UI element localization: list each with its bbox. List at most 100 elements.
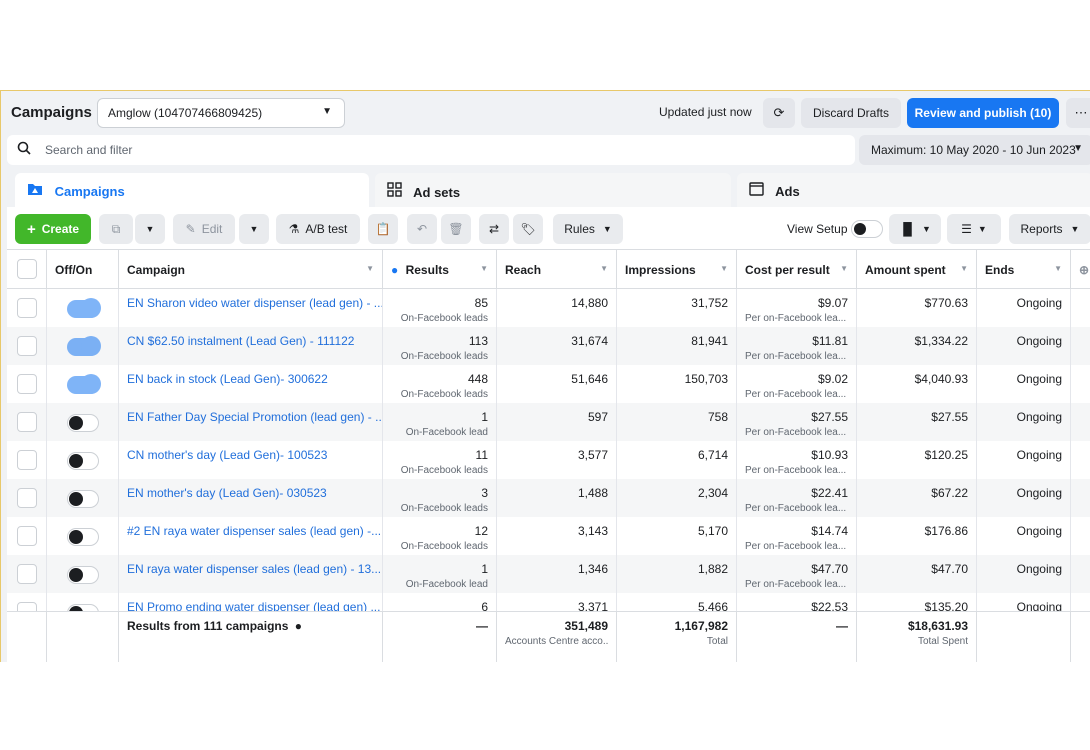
campaigns-table: Off/On Campaign ▼ ● Results ▼ Reach ▼ Im… (7, 249, 1090, 662)
search-input[interactable]: Search and filter (45, 143, 132, 157)
footer-cpr: — (737, 612, 857, 662)
ab-test-button[interactable]: ⚗ A/B test (276, 214, 360, 244)
duplicate-button[interactable]: ⧉ (99, 214, 133, 244)
impressions-cell: 150,703 (617, 365, 737, 403)
amount-spent-cell: $176.86 (857, 517, 977, 555)
amount-spent-cell: $27.55 (857, 403, 977, 441)
header-reach[interactable]: Reach ▼ (497, 250, 617, 290)
breakdown-button[interactable]: ☰ ▼ (947, 214, 1001, 244)
add-column-button[interactable]: ⊕ (1071, 250, 1090, 290)
cost-per-result-cell: $10.93 Per on-Facebook lea... (737, 441, 857, 479)
reach-cell-value: 14,880 (571, 296, 608, 310)
flask-icon: ⚗ (288, 222, 300, 236)
clipboard-button[interactable]: 📋 (368, 214, 398, 244)
header-impressions[interactable]: Impressions ▼ (617, 250, 737, 290)
row-checkbox[interactable] (17, 374, 37, 394)
header-results[interactable]: ● Results ▼ (383, 250, 497, 290)
review-publish-button[interactable]: Review and publish (10) (907, 98, 1059, 128)
campaign-name-link[interactable]: EN Father Day Special Promotion (lead ge… (119, 403, 383, 441)
footer-spent: $18,631.93 Total Spent (857, 612, 977, 662)
reach-cell-value: 3,577 (577, 448, 608, 462)
header-off-on[interactable]: Off/On (47, 250, 119, 290)
undo-icon: ↶ (416, 222, 428, 236)
campaign-on-off-toggle[interactable] (67, 452, 99, 470)
header-cost-per-result[interactable]: Cost per result ▼ (737, 250, 857, 290)
row-toggle-cell (47, 441, 119, 479)
cost-per-result-cell-sub: Per on-Facebook lea... (745, 465, 847, 476)
header-amount-spent[interactable]: Amount spent ▼ (857, 250, 977, 290)
campaign-name-link[interactable]: EN mother's day (Lead Gen)- 030523 (119, 479, 383, 517)
row-checkbox[interactable] (17, 412, 37, 432)
undo-button[interactable]: ↶ (407, 214, 437, 244)
row-select-cell (7, 327, 47, 365)
columns-icon: ▐▌ (899, 222, 917, 236)
view-setup-toggle[interactable] (851, 220, 883, 238)
edit-button[interactable]: ✎ Edit (173, 214, 235, 244)
clipboard-icon: 📋 (375, 222, 391, 236)
table-row[interactable]: EN Sharon video water dispenser (lead ge… (7, 289, 1090, 327)
discard-drafts-button[interactable]: Discard Drafts (801, 98, 901, 128)
ends-cell-value: Ongoing (1016, 410, 1062, 424)
ends-cell: Ongoing (977, 441, 1071, 479)
campaign-name-link[interactable]: #2 EN raya water dispenser sales (lead g… (119, 517, 383, 555)
tab-campaigns[interactable]: Campaigns (15, 173, 369, 207)
campaign-name-link[interactable]: CN mother's day (Lead Gen)- 100523 (119, 441, 383, 479)
row-checkbox[interactable] (17, 564, 37, 584)
ends-cell-value: Ongoing (1016, 448, 1062, 462)
edit-dropdown[interactable]: ▼ (239, 214, 269, 244)
campaign-name-link[interactable]: EN back in stock (Lead Gen)- 300622 (119, 365, 383, 403)
trash-icon: 🗑 (448, 222, 464, 236)
campaign-on-off-toggle[interactable] (67, 528, 99, 546)
delete-button[interactable]: 🗑 (441, 214, 471, 244)
footer-impressions-sub: Total (706, 636, 728, 647)
row-checkbox[interactable] (17, 526, 37, 546)
refresh-button[interactable]: ⟳ (763, 98, 795, 128)
columns-button[interactable]: ▐▌ ▼ (889, 214, 941, 244)
header-spent-label: Amount spent (865, 263, 946, 277)
campaign-on-off-toggle[interactable] (67, 336, 101, 356)
amount-spent-cell: $120.25 (857, 441, 977, 479)
campaign-on-off-toggle[interactable] (67, 566, 99, 584)
results-cell: 1 On-Facebook lead (383, 403, 497, 441)
rules-button[interactable]: Rules ▼ (553, 214, 623, 244)
table-row[interactable]: EN back in stock (Lead Gen)- 300622 448 On… (7, 365, 1090, 403)
search-bar[interactable]: Search and filter (7, 135, 855, 165)
header-ends[interactable]: Ends ▼ (977, 250, 1071, 290)
campaign-name-link[interactable]: EN Sharon video water dispenser (lead ge… (119, 289, 383, 327)
pencil-icon: ✎ (185, 222, 196, 236)
table-row[interactable]: EN Father Day Special Promotion (lead ge… (7, 403, 1090, 441)
campaign-on-off-toggle[interactable] (67, 374, 101, 394)
table-row[interactable]: #2 EN raya water dispenser sales (lead g… (7, 517, 1090, 555)
header-campaign[interactable]: Campaign ▼ (119, 250, 383, 290)
cost-per-result-cell-value: $22.41 (811, 486, 848, 500)
cost-per-result-cell-sub: Per on-Facebook lea... (745, 427, 847, 438)
row-checkbox[interactable] (17, 488, 37, 508)
row-checkbox[interactable] (17, 298, 37, 318)
select-all-checkbox[interactable] (17, 259, 37, 279)
table-row[interactable]: EN mother's day (Lead Gen)- 030523 3 On-Fa… (7, 479, 1090, 517)
create-button[interactable]: + Create (15, 214, 91, 244)
account-selector[interactable]: Amglow (104707466809425) ▼ (97, 98, 345, 128)
tab-ad-sets[interactable]: Ad sets (375, 173, 731, 207)
duplicate-dropdown[interactable]: ▼ (135, 214, 165, 244)
table-row[interactable]: EN raya water dispenser sales (lead gen)… (7, 555, 1090, 593)
campaign-name-link[interactable]: EN raya water dispenser sales (lead gen)… (119, 555, 383, 593)
campaign-on-off-toggle[interactable] (67, 298, 101, 318)
export-button[interactable]: ⇄ (479, 214, 509, 244)
plus-icon: + (26, 220, 36, 238)
breakdown-icon: ☰ (961, 222, 972, 236)
chevron-down-icon: ▼ (322, 106, 332, 117)
row-checkbox[interactable] (17, 336, 37, 356)
row-checkbox[interactable] (17, 450, 37, 470)
campaign-on-off-toggle[interactable] (67, 490, 99, 508)
tag-button[interactable]: 🏷 (513, 214, 543, 244)
more-options-button[interactable]: ⋯ (1066, 98, 1090, 128)
reports-button[interactable]: Reports ▼ (1009, 214, 1090, 244)
table-row[interactable]: CN $62.50 instalment (Lead Gen) - 111122… (7, 327, 1090, 365)
tab-ads[interactable]: Ads (737, 173, 1090, 207)
date-range-picker[interactable]: Maximum: 10 May 2020 - 10 Jun 2023 ▼ (859, 135, 1090, 165)
amount-spent-cell-value: $770.63 (924, 296, 968, 310)
campaign-on-off-toggle[interactable] (67, 414, 99, 432)
table-row[interactable]: CN mother's day (Lead Gen)- 100523 11 On-F… (7, 441, 1090, 479)
campaign-name-link[interactable]: CN $62.50 instalment (Lead Gen) - 111122 (119, 327, 383, 365)
